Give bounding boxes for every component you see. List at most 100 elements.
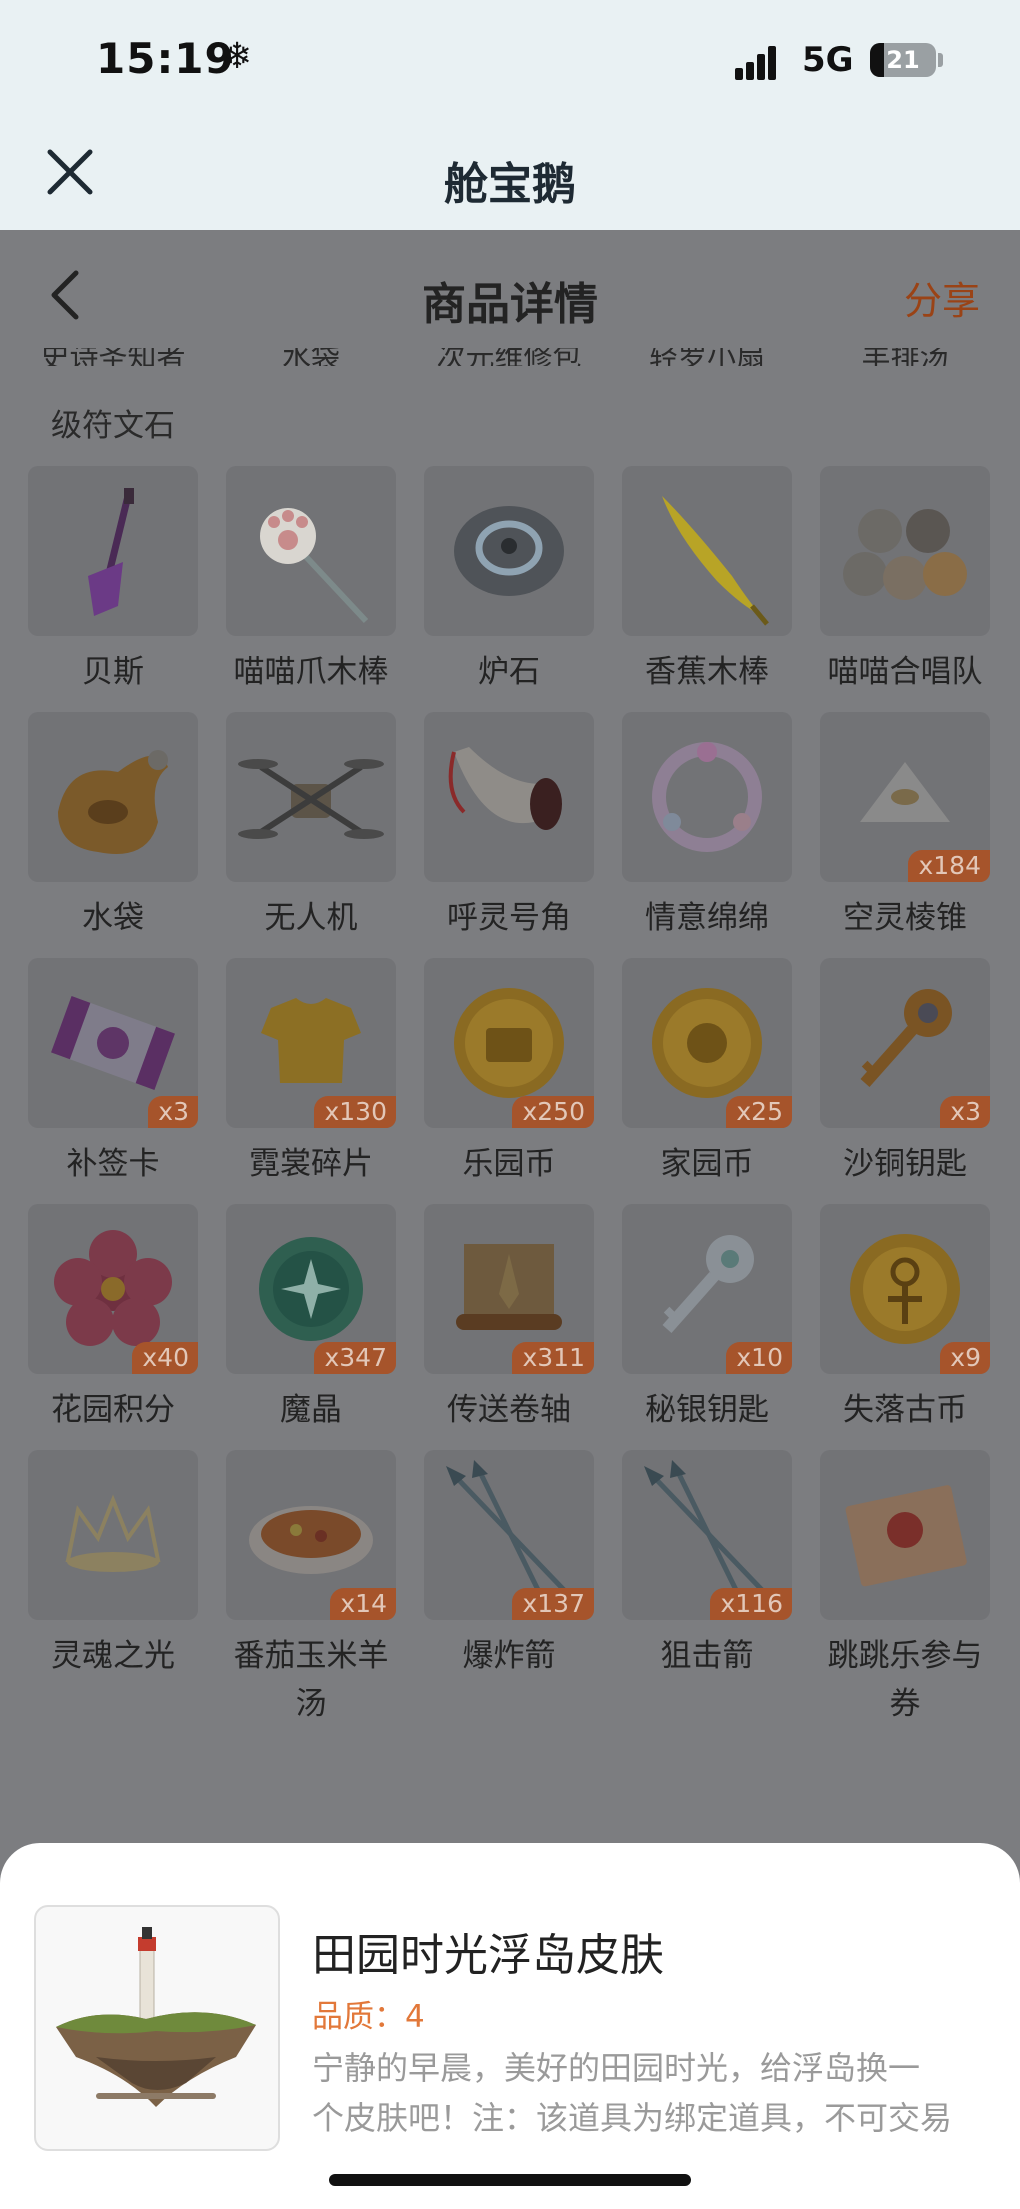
item-tile: x40 (28, 1204, 198, 1374)
quantity-badge: x9 (940, 1342, 990, 1374)
item-name: 乐园币 (462, 1146, 556, 1182)
grid-item[interactable]: x9 失落古币 (820, 1204, 990, 1434)
grid-item[interactable]: 喵喵合唱队 (820, 466, 990, 696)
home-indicator[interactable] (329, 2174, 691, 2186)
item-name: 传送卷轴 (447, 1392, 571, 1428)
item-quality: 品质：4 (312, 1999, 425, 2035)
quantity-badge: x130 (314, 1096, 396, 1128)
network-label: 5G (802, 40, 854, 80)
grid-item[interactable]: x184 空灵棱锥 (820, 712, 990, 942)
grid-item[interactable]: 喵喵爪木棒 (226, 466, 396, 696)
item-detail-sheet: 田园时光浮岛皮肤 品质：4 宁静的早晨，美好的田园时光，给浮岛换一 个皮肤吧！注… (0, 1843, 1020, 2209)
grid-item[interactable]: 情意绵绵 (622, 712, 792, 942)
item-tile (226, 466, 396, 636)
partial-item-name: 轻罗小扇 (648, 348, 765, 366)
item-tile (622, 466, 792, 636)
banana-stick-icon (662, 496, 769, 626)
item-name: 贝斯 (82, 654, 144, 690)
grid-item[interactable]: x250 乐园币 (424, 958, 594, 1188)
quantity-badge: x116 (710, 1588, 792, 1620)
item-tile (424, 712, 594, 882)
grid-item[interactable]: 炉石 (424, 466, 594, 696)
paw-stick-icon (260, 508, 369, 624)
item-name: 霓裳碎片 (249, 1146, 373, 1182)
app-title: 舱宝鹅 (444, 159, 576, 210)
page-nav: 商品详情 分享 (0, 230, 1020, 330)
grid-item[interactable]: 贝斯 (28, 466, 198, 696)
grid-item[interactable]: 无人机 (226, 712, 396, 942)
item-name: 沙铜钥匙 (843, 1146, 967, 1182)
wreath-icon (652, 742, 762, 852)
item-tile (28, 466, 198, 636)
item-name: 喵喵合唱队 (827, 654, 983, 690)
hearthstone-icon (454, 506, 564, 596)
grid-item[interactable]: x130 霓裳碎片 (226, 958, 396, 1188)
battery-level: 21 (886, 46, 920, 74)
item-tile (28, 1450, 198, 1620)
grid-item[interactable]: 水袋 (28, 712, 198, 942)
quantity-badge: x14 (330, 1588, 396, 1620)
item-tile (820, 466, 990, 636)
grid-item[interactable]: x3 沙铜钥匙 (820, 958, 990, 1188)
grid-item[interactable]: x25 家园币 (622, 958, 792, 1188)
item-description: 宁静的早晨，美好的田园时光，给浮岛换一 个皮肤吧！注：该道具为绑定道具，不可交易 (312, 2043, 984, 2143)
quantity-badge: x40 (132, 1342, 198, 1374)
grid-item[interactable]: x116 狙击箭 (622, 1450, 792, 1680)
item-name: 跳跳乐参与券 (827, 1638, 983, 1722)
item-name: 花园积分 (51, 1392, 175, 1428)
drone-icon (238, 759, 384, 839)
quantity-badge: x10 (726, 1342, 792, 1374)
status-time: 15:19 (96, 34, 235, 83)
grid-item[interactable]: 灵魂之光 (28, 1450, 198, 1680)
grid-item[interactable]: 跳跳乐参与券 (820, 1450, 990, 1728)
partial-item-name: 水袋 (281, 348, 340, 366)
item-name: 呼灵号角 (447, 900, 571, 936)
item-tile: x3 (820, 958, 990, 1128)
item-tile: x250 (424, 958, 594, 1128)
grid-item[interactable]: x311 传送卷轴 (424, 1204, 594, 1434)
item-description-line: 宁静的早晨，美好的田园时光，给浮岛换一 (312, 2049, 921, 2087)
item-tile: x311 (424, 1204, 594, 1374)
cat-choir-icon (843, 509, 967, 600)
grid-item[interactable]: x10 秘银钥匙 (622, 1204, 792, 1434)
grid-item[interactable]: x347 魔晶 (226, 1204, 396, 1434)
item-name: 爆炸箭 (462, 1638, 556, 1674)
item-tile: x116 (622, 1450, 792, 1620)
item-tile: x25 (622, 958, 792, 1128)
item-name: 香蕉木棒 (645, 654, 769, 690)
status-bar: 15:19 ❄ 5G 21 (0, 0, 1020, 120)
item-tile (226, 712, 396, 882)
item-name: 狙击箭 (660, 1638, 754, 1674)
item-name: 炉石 (478, 654, 540, 690)
item-name: 家园币 (660, 1146, 754, 1182)
grid-item[interactable]: 呼灵号角 (424, 712, 594, 942)
item-tile (28, 712, 198, 882)
item-name: 魔晶 (280, 1392, 342, 1428)
item-description-line: 个皮肤吧！注：该道具为绑定道具，不可交易 (312, 2099, 953, 2137)
grid-item[interactable]: x137 爆炸箭 (424, 1450, 594, 1680)
quantity-badge: x3 (148, 1096, 198, 1128)
grid-item[interactable]: x3 补签卡 (28, 958, 198, 1188)
item-title: 田园时光浮岛皮肤 (312, 1930, 664, 1981)
item-name: 空灵棱锥 (843, 900, 967, 936)
floating-island-icon (56, 1927, 256, 2107)
partial-item-name-line2: 级符文石 (51, 408, 175, 444)
item-name: 情意绵绵 (645, 900, 769, 936)
item-tile: x9 (820, 1204, 990, 1374)
water-bag-icon (58, 750, 168, 854)
item-tile: x3 (28, 958, 198, 1128)
item-tile (424, 466, 594, 636)
item-tile (622, 712, 792, 882)
grid-item[interactable]: x14 番茄玉米羊汤 (226, 1450, 396, 1728)
item-tile: x137 (424, 1450, 594, 1620)
quantity-badge: x311 (512, 1342, 594, 1374)
grid-item[interactable]: 香蕉木棒 (622, 466, 792, 696)
crown-icon (65, 1494, 161, 1572)
share-button[interactable]: 分享 (904, 270, 980, 325)
grid-item[interactable]: x40 花园积分 (28, 1204, 198, 1434)
item-tile: x10 (622, 1204, 792, 1374)
item-tile (820, 1450, 990, 1620)
item-name: 番茄玉米羊汤 (233, 1638, 389, 1722)
item-name: 水袋 (82, 900, 144, 936)
partial-item-name: 羊排汤 (861, 348, 949, 366)
